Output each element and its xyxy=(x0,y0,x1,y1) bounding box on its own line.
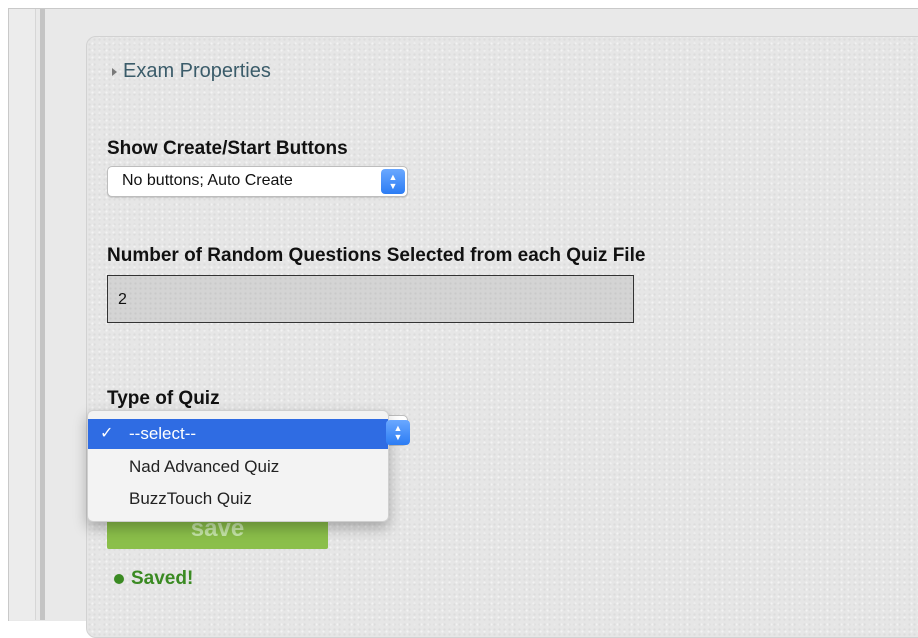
checkmark-icon: ✓ xyxy=(100,425,114,442)
select-stepper-icon: ▲ ▼ xyxy=(381,169,405,194)
quiz-type-label: Type of Quiz xyxy=(107,388,220,409)
status-dot-icon xyxy=(114,574,124,584)
random-questions-value: 2 xyxy=(118,291,127,308)
saved-status-text: Saved! xyxy=(131,568,194,589)
exam-properties-toggle[interactable]: Exam Properties xyxy=(112,60,271,83)
create-start-select[interactable]: No buttons; Auto Create ▲ ▼ xyxy=(107,166,408,197)
random-questions-label: Number of Random Questions Selected from… xyxy=(107,245,646,266)
quiz-type-option[interactable]: ✓ --select-- xyxy=(88,419,388,449)
create-start-label: Show Create/Start Buttons xyxy=(107,138,348,159)
quiz-type-dropdown: ✓ --select-- Nad Advanced Quiz BuzzTouch… xyxy=(87,410,389,522)
left-gutter xyxy=(9,9,36,620)
create-start-value: No buttons; Auto Create xyxy=(122,172,293,189)
quiz-select-stepper-icon: ▲ ▼ xyxy=(386,420,410,445)
left-divider xyxy=(40,9,45,620)
option-label: Nad Advanced Quiz xyxy=(129,457,280,476)
quiz-type-option[interactable]: Nad Advanced Quiz xyxy=(88,452,388,482)
random-questions-input[interactable]: 2 xyxy=(107,275,634,323)
option-label: BuzzTouch Quiz xyxy=(129,489,252,508)
exam-properties-title: Exam Properties xyxy=(123,60,271,82)
saved-status: Saved! xyxy=(114,568,193,590)
disclosure-triangle-icon xyxy=(112,67,117,76)
option-label: --select-- xyxy=(129,424,197,443)
quiz-type-option[interactable]: BuzzTouch Quiz xyxy=(88,484,388,514)
